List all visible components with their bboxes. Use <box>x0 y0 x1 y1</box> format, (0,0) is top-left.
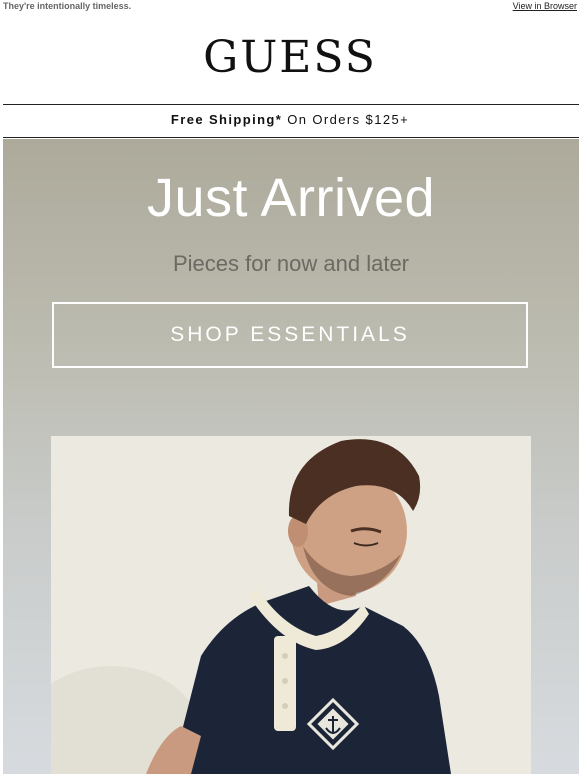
guess-logo[interactable]: GUESS <box>0 32 580 84</box>
hero-banner: Just Arrived Pieces for now and later SH… <box>3 139 579 774</box>
shipping-rest: On Orders $125+ <box>287 112 410 127</box>
hero-headline: Just Arrived <box>146 168 436 228</box>
view-in-browser-link[interactable]: View in Browser <box>513 1 577 11</box>
shipping-banner[interactable]: Free Shipping* On Orders $125+ <box>0 112 580 127</box>
divider-bottom <box>3 137 579 138</box>
divider-top <box>3 104 579 105</box>
shipping-bold: Free Shipping* <box>170 112 283 127</box>
preheader-tagline: They're intentionally timeless. <box>3 1 132 11</box>
model-photo <box>51 436 531 774</box>
preheader: They're intentionally timeless. View in … <box>0 0 580 14</box>
hero-product-image[interactable] <box>51 436 531 774</box>
shop-essentials-button[interactable]: SHOP ESSENTIALS <box>52 302 528 368</box>
hero-subline: Pieces for now and later <box>172 251 410 276</box>
